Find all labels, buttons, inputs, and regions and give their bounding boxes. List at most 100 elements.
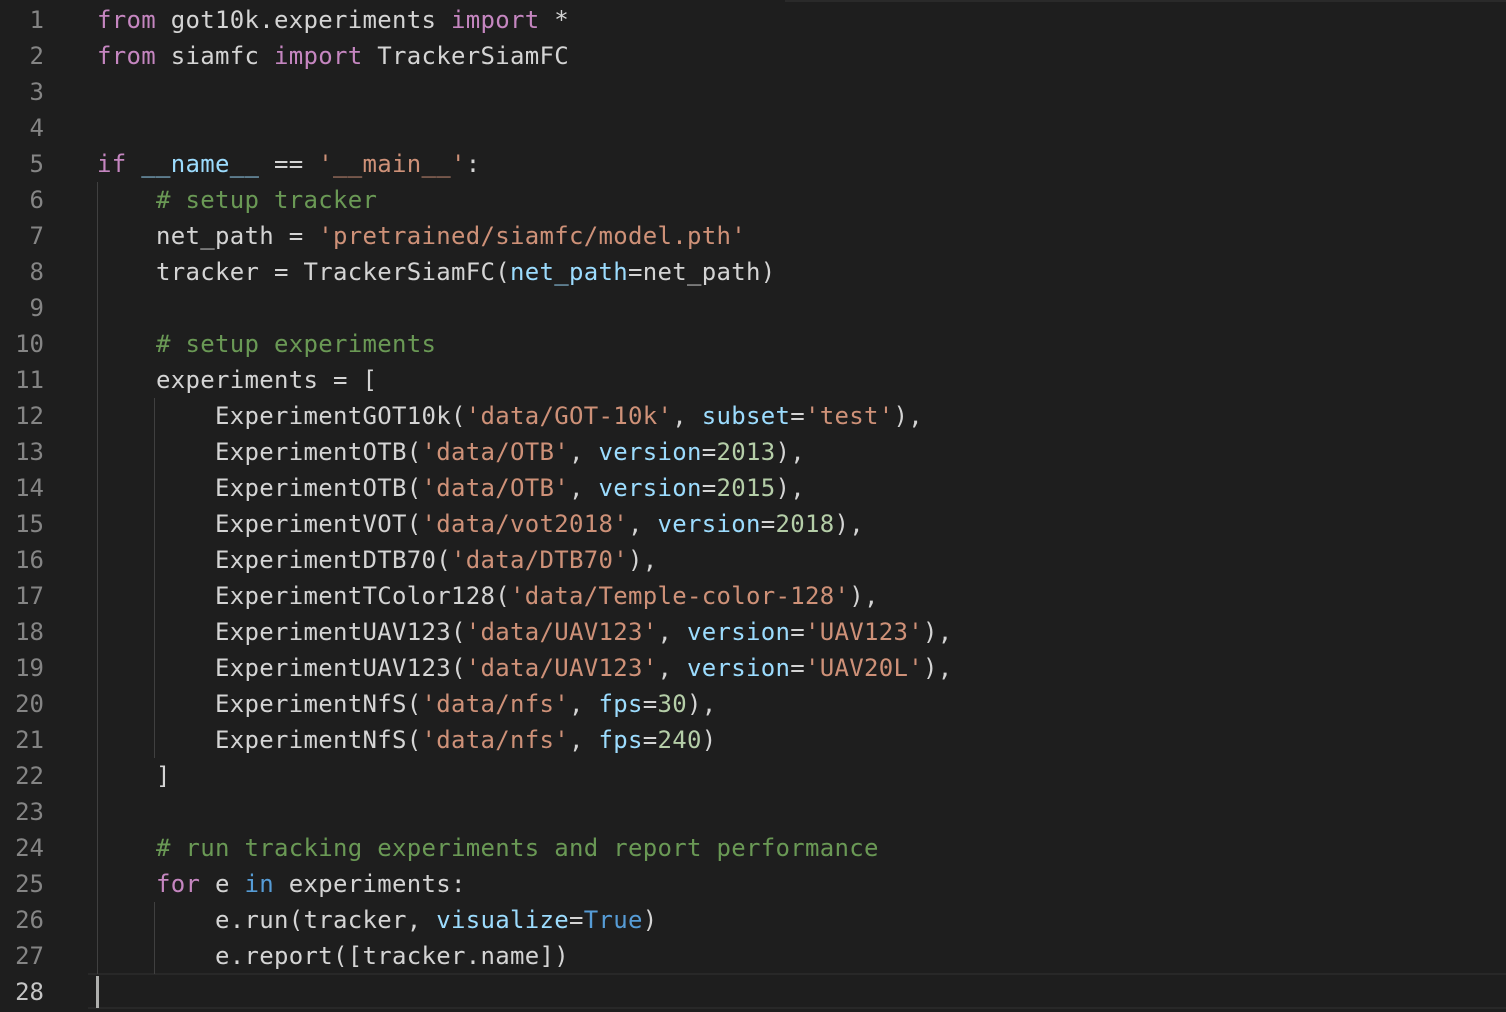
code-token: subset [701, 402, 791, 430]
code-token: e [200, 870, 245, 898]
code-line[interactable]: 10 # setup experiments [0, 326, 1506, 362]
code-token: fps [598, 690, 643, 718]
code-text[interactable]: ] [97, 758, 171, 794]
code-text[interactable]: ExperimentUAV123('data/UAV123', version=… [97, 614, 952, 650]
code-line[interactable]: 11 experiments = [ [0, 362, 1506, 398]
code-line[interactable]: 28 [0, 974, 1506, 1010]
line-number: 19 [15, 654, 44, 682]
code-line[interactable]: 13 ExperimentOTB('data/OTB', version=201… [0, 434, 1506, 470]
line-number: 21 [15, 726, 44, 754]
code-token: ), [775, 438, 805, 466]
code-line[interactable]: 7 net_path = 'pretrained/siamfc/model.pt… [0, 218, 1506, 254]
code-token: ), [834, 510, 864, 538]
code-token: = [642, 690, 658, 718]
code-line[interactable]: 14 ExperimentOTB('data/OTB', version=201… [0, 470, 1506, 506]
line-number: 11 [15, 366, 44, 394]
code-line[interactable]: 16 ExperimentDTB70('data/DTB70'), [0, 542, 1506, 578]
line-number: 22 [15, 762, 44, 790]
code-token: ExperimentOTB( [97, 474, 422, 502]
code-token: 'data/nfs' [421, 726, 569, 754]
code-token: # setup experiments [156, 330, 437, 358]
code-token: = [701, 438, 717, 466]
code-token: 'data/Temple-color-128' [509, 582, 850, 610]
code-line[interactable]: 4 [0, 110, 1506, 146]
code-token: 240 [657, 726, 702, 754]
code-text[interactable]: ExperimentVOT('data/vot2018', version=20… [97, 506, 864, 542]
code-token: 2013 [716, 438, 776, 466]
code-text[interactable]: experiments = [ [97, 362, 377, 398]
code-line[interactable]: 26 e.run(tracker, visualize=True) [0, 902, 1506, 938]
code-text[interactable]: ExperimentTColor128('data/Temple-color-1… [97, 578, 879, 614]
code-line[interactable]: 24 # run tracking experiments and report… [0, 830, 1506, 866]
code-text[interactable]: from siamfc import TrackerSiamFC [97, 38, 569, 74]
code-text[interactable]: ExperimentOTB('data/OTB', version=2013), [97, 434, 805, 470]
code-line[interactable]: 12 ExperimentGOT10k('data/GOT-10k', subs… [0, 398, 1506, 434]
code-text[interactable]: # run tracking experiments and report pe… [97, 830, 879, 866]
code-text[interactable]: e.run(tracker, visualize=True) [97, 902, 657, 938]
code-text[interactable]: # setup tracker [97, 182, 377, 218]
code-line[interactable]: 27 e.report([tracker.name]) [0, 938, 1506, 974]
code-token: , [627, 510, 658, 538]
code-text[interactable]: e.report([tracker.name]) [97, 938, 569, 974]
line-number: 20 [15, 690, 44, 718]
code-text[interactable]: if __name__ == '__main__': [97, 146, 481, 182]
code-token: = [790, 618, 805, 646]
code-text[interactable]: ExperimentOTB('data/OTB', version=2015), [97, 470, 805, 506]
code-text[interactable]: ExperimentNfS('data/nfs', fps=30), [97, 686, 716, 722]
line-number: 23 [15, 798, 44, 826]
text-cursor [96, 976, 99, 1008]
code-token: 2015 [716, 474, 776, 502]
line-number: 25 [15, 870, 44, 898]
line-number: 5 [29, 150, 44, 178]
code-text[interactable]: net_path = 'pretrained/siamfc/model.pth' [97, 218, 746, 254]
code-token: version [686, 618, 791, 646]
code-line[interactable]: 5 if __name__ == '__main__': [0, 146, 1506, 182]
code-token: __name__ [141, 150, 260, 178]
code-token: 'pretrained/siamfc/model.pth' [318, 222, 746, 250]
code-token: siamfc [156, 42, 274, 70]
code-line[interactable]: 25 for e in experiments: [0, 866, 1506, 902]
code-line[interactable]: 8 tracker = TrackerSiamFC(net_path=net_p… [0, 254, 1506, 290]
code-token: ] [97, 762, 171, 790]
code-token: ), [627, 546, 658, 574]
code-token: net_path [509, 258, 628, 286]
code-text[interactable]: # setup experiments [97, 326, 436, 362]
code-line[interactable]: 19 ExperimentUAV123('data/UAV123', versi… [0, 650, 1506, 686]
code-line[interactable]: 1 from got10k.experiments import * [0, 2, 1506, 38]
line-number: 4 [29, 114, 44, 142]
code-line[interactable]: 15 ExperimentVOT('data/vot2018', version… [0, 506, 1506, 542]
line-number: 15 [15, 510, 44, 538]
code-token: ExperimentOTB( [97, 438, 422, 466]
code-line[interactable]: 6 # setup tracker [0, 182, 1506, 218]
code-text[interactable]: ExperimentNfS('data/nfs', fps=240) [97, 722, 716, 758]
code-line[interactable]: 21 ExperimentNfS('data/nfs', fps=240) [0, 722, 1506, 758]
code-line[interactable]: 3 [0, 74, 1506, 110]
line-number: 28 [15, 978, 44, 1006]
code-token: # run tracking experiments and report pe… [156, 834, 879, 862]
code-token: 2018 [775, 510, 835, 538]
code-token: = [760, 510, 776, 538]
code-text[interactable]: from got10k.experiments import * [97, 2, 569, 38]
code-line[interactable]: 9 [0, 290, 1506, 326]
code-token: 'data/OTB' [421, 474, 569, 502]
code-text[interactable]: ExperimentGOT10k('data/GOT-10k', subset=… [97, 398, 923, 434]
code-line[interactable]: 18 ExperimentUAV123('data/UAV123', versi… [0, 614, 1506, 650]
code-line[interactable]: 17 ExperimentTColor128('data/Temple-colo… [0, 578, 1506, 614]
code-text[interactable]: for e in experiments: [97, 866, 466, 902]
code-token: = [701, 474, 717, 502]
line-number: 7 [29, 222, 44, 250]
code-text[interactable]: tracker = TrackerSiamFC(net_path=net_pat… [97, 254, 775, 290]
line-number: 12 [15, 402, 44, 430]
line-number: 9 [29, 294, 44, 322]
code-line[interactable]: 2 from siamfc import TrackerSiamFC [0, 38, 1506, 74]
code-line[interactable]: 22 ] [0, 758, 1506, 794]
line-number: 1 [29, 6, 44, 34]
code-line[interactable]: 23 [0, 794, 1506, 830]
code-text[interactable]: ExperimentUAV123('data/UAV123', version=… [97, 650, 952, 686]
code-token: 30 [657, 690, 687, 718]
code-text[interactable]: ExperimentDTB70('data/DTB70'), [97, 542, 657, 578]
code-line[interactable]: 20 ExperimentNfS('data/nfs', fps=30), [0, 686, 1506, 722]
code-editor[interactable]: 1 from got10k.experiments import * 2 from s… [0, 0, 1506, 1012]
